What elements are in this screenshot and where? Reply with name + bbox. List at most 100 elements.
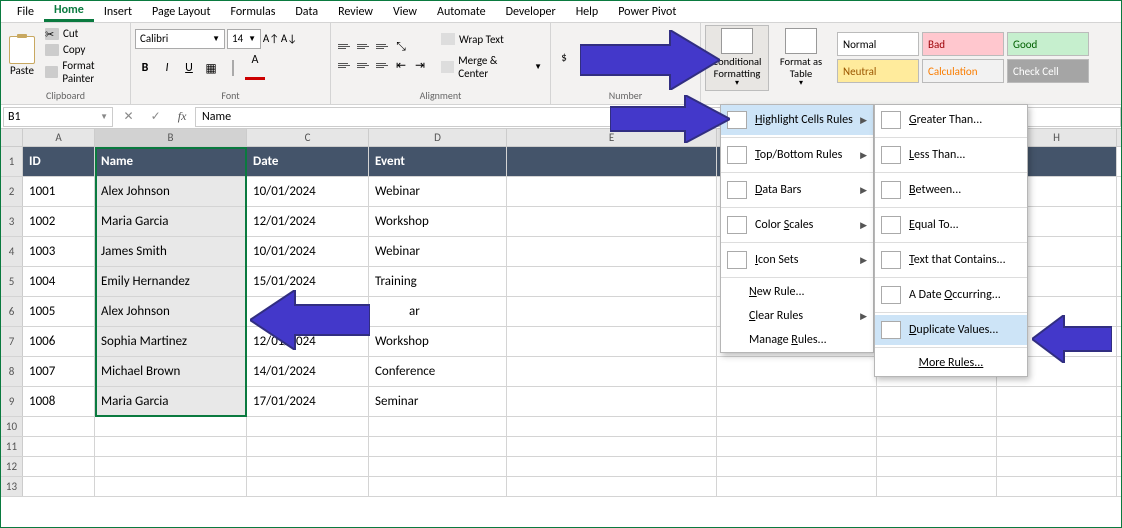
header-name[interactable]: Name [95,147,247,176]
increase-indent-button[interactable]: ⇥ [411,58,429,74]
less-than-icon [881,146,901,164]
menu-bar[interactable]: File Home Insert Page Layout Formulas Da… [1,1,1121,23]
top-bottom-rules-item[interactable]: Top/Bottom Rules [721,140,873,170]
color-scales-item[interactable]: Color Scales [721,210,873,240]
col-header-b[interactable]: B [95,129,247,146]
top-bottom-icon [727,146,747,164]
menu-help[interactable]: Help [566,3,609,21]
menu-power-pivot[interactable]: Power Pivot [608,3,686,21]
menu-home[interactable]: Home [44,1,94,22]
name-box[interactable]: B1▼ [3,107,113,127]
new-rule-icon [727,286,741,298]
menu-view[interactable]: View [383,3,427,21]
style-bad[interactable]: Bad [922,32,1004,56]
menu-file[interactable]: File [7,3,44,21]
font-size-selector[interactable]: 14▼ [227,29,261,49]
more-rules-item[interactable]: More Rules... [875,350,1027,376]
menu-review[interactable]: Review [328,3,383,21]
decrease-indent-button[interactable]: ⇤ [392,58,410,74]
col-header-a[interactable]: A [23,129,95,146]
ribbon: Paste ✂Cut Copy Format Painter Clipboard… [1,23,1121,105]
style-check-cell[interactable]: Check Cell [1007,59,1089,83]
new-rule-item[interactable]: New Rule... [721,280,873,304]
style-good[interactable]: Good [1007,32,1089,56]
annotation-arrow-4 [1032,315,1112,363]
style-neutral[interactable]: Neutral [837,59,919,83]
icon-sets-icon [727,251,747,269]
menu-developer[interactable]: Developer [496,3,566,21]
accounting-format-button[interactable]: $ [555,51,573,64]
table-row[interactable]: 13 [1,477,1121,497]
conditional-formatting-menu: Highlight Cells Rules Top/Bottom Rules D… [720,104,874,353]
align-center-button[interactable] [354,58,372,74]
enter-formula-button[interactable]: ✓ [151,109,161,124]
format-as-table-button[interactable]: Format as Table ▾ [769,26,833,90]
duplicate-values-item[interactable]: Duplicate Values... [875,315,1027,345]
table-row[interactable]: 10 [1,417,1121,437]
equal-to-item[interactable]: Equal To... [875,210,1027,240]
menu-formulas[interactable]: Formulas [220,3,285,21]
cancel-formula-button[interactable]: ✕ [124,109,134,124]
merge-center-button[interactable]: Merge & Center▼ [437,52,546,82]
text-contains-item[interactable]: Text that Contains... [875,245,1027,275]
data-bars-item[interactable]: Data Bars [721,175,873,205]
highlight-cells-rules-item[interactable]: Highlight Cells Rules [721,105,873,135]
insert-function-button[interactable]: fx [178,109,187,124]
header-date[interactable]: Date [247,147,369,176]
cut-button[interactable]: ✂Cut [45,27,126,40]
group-label-alignment: Alignment [335,87,546,102]
align-top-button[interactable] [335,39,353,55]
paste-label: Paste [10,64,34,77]
clear-rules-icon [727,310,741,322]
paste-button[interactable]: Paste [5,34,39,79]
copy-button[interactable]: Copy [45,43,126,56]
header-id[interactable]: ID [23,147,95,176]
table-row[interactable]: 12 [1,457,1121,477]
border-button[interactable]: ▦ [201,61,221,76]
style-calculation[interactable]: Calculation [922,59,1004,83]
menu-page-layout[interactable]: Page Layout [142,3,220,21]
greater-than-item[interactable]: Greater Than... [875,105,1027,135]
merge-icon [441,61,454,73]
italic-button[interactable]: I [157,61,177,75]
table-row[interactable]: 91008Maria Garcia17/01/2024Seminar [1,387,1121,417]
table-row[interactable]: 11 [1,437,1121,457]
group-label-font: Font [135,87,326,102]
align-left-button[interactable] [335,58,353,74]
less-than-item[interactable]: Less Than... [875,140,1027,170]
color-scales-icon [727,216,747,234]
date-occurring-item[interactable]: A Date Occurring... [875,280,1027,310]
duplicate-values-icon [881,321,901,339]
manage-rules-item[interactable]: Manage Rules... [721,328,873,352]
style-normal[interactable]: Normal [837,32,919,56]
menu-data[interactable]: Data [285,3,328,21]
between-item[interactable]: Between... [875,175,1027,205]
highlight-cells-icon [727,111,747,129]
fill-color-button[interactable] [223,61,243,75]
icon-sets-item[interactable]: Icon Sets [721,245,873,275]
decrease-font-button[interactable]: A↓ [281,30,297,48]
col-header-d[interactable]: D [369,129,507,146]
brush-icon [45,66,58,78]
menu-insert[interactable]: Insert [94,3,142,21]
clear-rules-item[interactable]: Clear Rules [721,304,873,328]
font-name-selector[interactable]: Calibri▼ [135,29,225,49]
format-painter-button[interactable]: Format Painter [45,59,126,85]
text-contains-icon [881,251,901,269]
select-all-corner[interactable] [1,129,23,146]
increase-font-button[interactable]: A↑ [263,30,279,48]
col-header-c[interactable]: C [247,129,369,146]
align-bottom-button[interactable] [373,39,391,55]
wrap-text-icon [441,33,455,45]
align-middle-button[interactable] [354,39,372,55]
orientation-button[interactable]: ⤡ [392,39,410,55]
align-right-button[interactable] [373,58,391,74]
menu-automate[interactable]: Automate [427,3,496,21]
header-event[interactable]: Event [369,147,507,176]
underline-button[interactable]: U [179,61,199,75]
annotation-arrow-1 [580,30,720,90]
bold-button[interactable]: B [135,61,155,75]
font-color-button[interactable]: A [245,53,265,84]
wrap-text-button[interactable]: Wrap Text [437,31,546,48]
conditional-formatting-icon [721,28,753,54]
